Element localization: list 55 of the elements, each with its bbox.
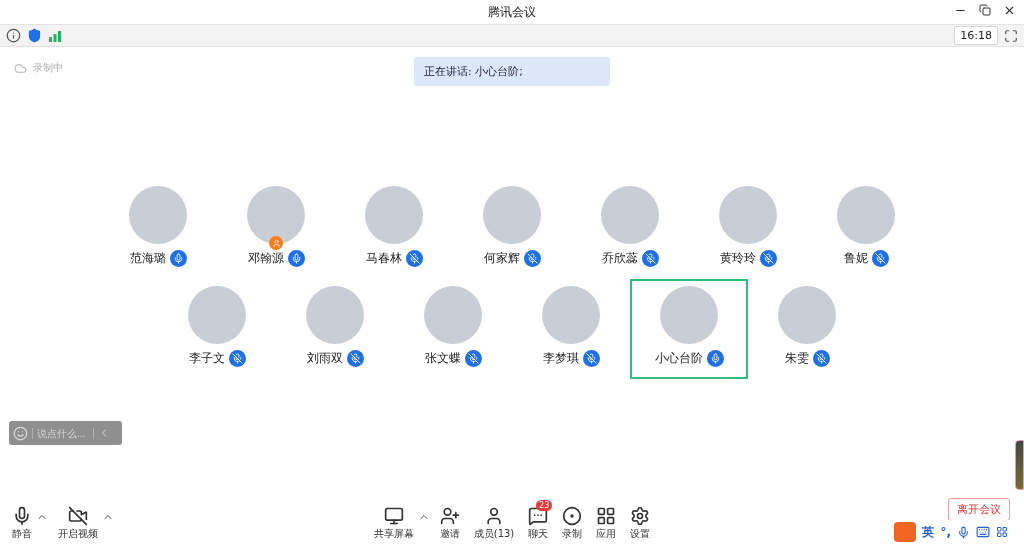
add-user-icon: [439, 506, 460, 526]
input-method-logo-icon: [894, 522, 917, 542]
monitor-icon: [383, 506, 404, 526]
settings-icon: [630, 506, 651, 526]
user-icon: [484, 506, 504, 526]
input-mode-label[interactable]: 英: [922, 523, 935, 541]
participant-name: 马春林: [365, 250, 402, 267]
toolbar-button[interactable]: 成员(13): [469, 500, 519, 541]
participant-tile[interactable]: 小心台阶: [630, 279, 748, 379]
cloud-icon: [14, 61, 27, 75]
participant-name: 小心台阶: [654, 350, 703, 367]
speaking-banner: 正在讲话: 小心台阶;: [414, 57, 610, 86]
video-off-icon: [68, 506, 88, 526]
participant-name: 鲁妮: [843, 250, 868, 267]
apps-grid-icon: [596, 506, 617, 526]
participant-name: 李子文: [188, 350, 225, 367]
punctuation-mode-label[interactable]: °,: [940, 525, 951, 539]
toolbar-button[interactable]: 录制: [558, 500, 587, 541]
volume-meter-drawing: [1015, 440, 1024, 490]
toolbar-button[interactable]: 开启视频: [54, 500, 102, 541]
participant-name: 张文蝶: [424, 350, 461, 367]
chat-input-field[interactable]: 说点什么...: [32, 427, 94, 439]
participant-name: 李梦琪: [542, 350, 579, 367]
record-icon: [562, 506, 583, 526]
restore-icon[interactable]: [979, 4, 991, 16]
toolbox-icon[interactable]: [996, 526, 1008, 538]
participant-name: 何家辉: [483, 250, 520, 267]
leave-meeting-button[interactable]: 离开会议: [948, 498, 1010, 521]
toolbar-button[interactable]: 静音: [8, 500, 36, 541]
toolbar-button[interactable]: 邀请: [435, 500, 464, 541]
recording-status: 录制中: [33, 61, 63, 75]
info-icon[interactable]: [6, 28, 21, 43]
chat-input-bar[interactable]: 说点什么...: [9, 421, 122, 445]
keyboard-icon[interactable]: [976, 525, 990, 539]
voice-input-icon[interactable]: [957, 525, 970, 539]
meeting-time: 16:18: [954, 26, 998, 45]
signal-icon[interactable]: [48, 29, 62, 42]
toolbar-button[interactable]: 23 聊天: [524, 500, 553, 541]
participant-name: 朱雯: [784, 350, 809, 367]
shield-icon[interactable]: [27, 28, 42, 43]
participant-name: 邓翰源: [247, 250, 284, 267]
emoji-icon[interactable]: [13, 425, 28, 441]
participant-name: 乔欣蕊: [601, 250, 638, 267]
window-title: 腾讯会议: [488, 3, 536, 21]
unread-count-badge: 23: [536, 500, 553, 511]
chat-icon: [528, 506, 549, 526]
toolbar-button[interactable]: 共享屏幕: [369, 500, 418, 541]
participant-name: 刘雨双: [306, 350, 343, 367]
close-icon[interactable]: [1003, 4, 1016, 17]
fullscreen-icon[interactable]: [1004, 28, 1018, 43]
participant-name: 范海璐: [129, 250, 166, 267]
microphone-icon: [12, 506, 32, 526]
toolbar-button[interactable]: 设置: [626, 500, 655, 541]
toolbar-button[interactable]: 应用: [592, 500, 621, 541]
participant-name: 黄玲玲: [719, 250, 756, 267]
